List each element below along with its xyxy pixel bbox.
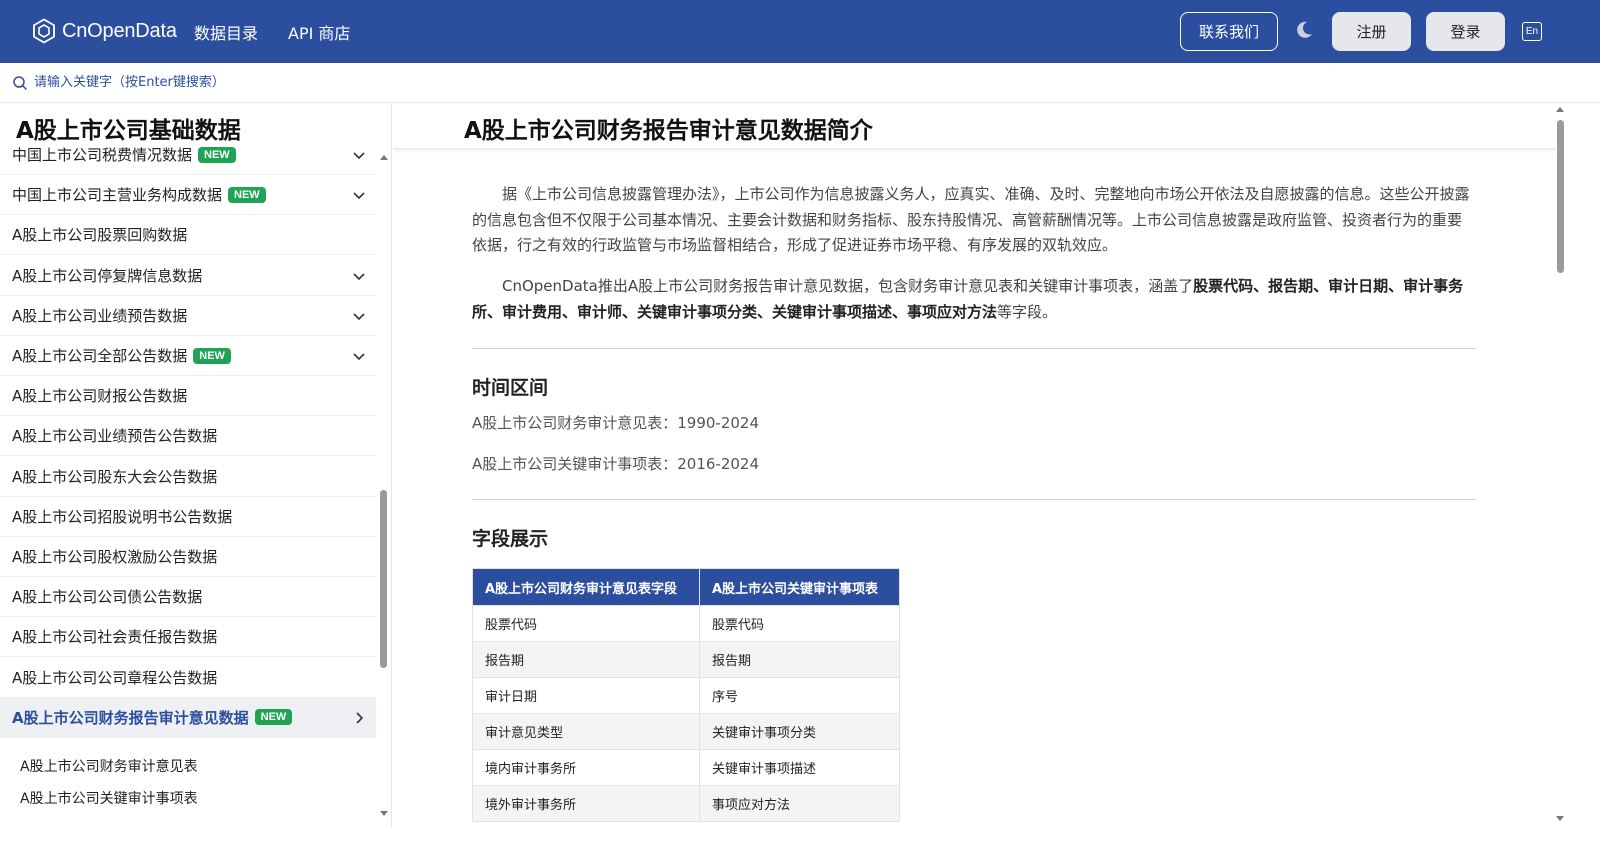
time-range-heading: 时间区间 bbox=[472, 377, 549, 399]
top-navbar: CnOpenData 数据目录 API 商店 联系我们 注册 登录 En bbox=[0, 0, 1600, 63]
sidebar-item[interactable]: A股上市公司全部公告数据 NEW bbox=[0, 336, 376, 376]
sidebar-sub-item[interactable]: A股上市公司关键审计事项表 bbox=[20, 788, 198, 808]
logo[interactable]: CnOpenData bbox=[32, 17, 177, 45]
page-scroll-down-icon[interactable] bbox=[1556, 816, 1564, 821]
sidebar-item-label: A股上市公司财报公告数据 bbox=[12, 387, 188, 406]
table-cell: 报告期 bbox=[699, 641, 900, 678]
sidebar-item-label: A股上市公司招股说明书公告数据 bbox=[12, 507, 233, 526]
sidebar-item[interactable]: A股上市公司财报公告数据 bbox=[0, 376, 376, 417]
scroll-up-arrow-icon[interactable] bbox=[380, 155, 388, 160]
table-row: 股票代码 股票代码 bbox=[472, 605, 900, 642]
search-icon bbox=[13, 75, 27, 90]
sidebar-item-label: A股上市公司股权激励公告数据 bbox=[12, 548, 218, 566]
fields-table: A股上市公司财务审计意见表字段 A股上市公司关键审计事项表 股票代码 股票代码 报告… bbox=[472, 568, 900, 822]
sidebar-item[interactable]: A股上市公司股权激励公告数据 bbox=[0, 537, 376, 577]
chevron-down-icon[interactable] bbox=[352, 349, 366, 363]
table-cell: 股票代码 bbox=[699, 605, 900, 642]
sidebar-item-label: A股上市公司停复牌信息数据 bbox=[12, 266, 203, 285]
moon-icon[interactable] bbox=[1293, 19, 1315, 41]
sidebar-item-label: A股上市公司股东大会公告数据 bbox=[12, 467, 218, 486]
table-cell: 关键审计事项描述 bbox=[699, 749, 900, 786]
table-header: A股上市公司关键审计事项表 bbox=[699, 568, 900, 606]
table-cell: 关键审计事项分类 bbox=[699, 713, 900, 750]
sidebar-item-label: 中国上市公司主营业务构成数据 bbox=[12, 186, 223, 205]
contact-us-button[interactable]: 联系我们 bbox=[1180, 12, 1278, 51]
table-cell: 报告期 bbox=[472, 641, 700, 678]
page-scroll-up-icon[interactable] bbox=[1556, 107, 1564, 112]
chevron-right-icon[interactable] bbox=[352, 711, 366, 725]
register-button[interactable]: 注册 bbox=[1332, 12, 1411, 51]
table-header-row: A股上市公司财务审计意见表字段 A股上市公司关键审计事项表 bbox=[472, 568, 900, 606]
table-cell: 境外审计事务所 bbox=[472, 785, 700, 822]
sidebar-item[interactable]: A股上市公司公司章程公告数据 bbox=[0, 658, 376, 698]
sidebar-item[interactable]: 中国上市公司税费情况数据 NEW bbox=[0, 147, 376, 175]
sidebar-item-label: A股上市公司社会责任报告数据 bbox=[12, 628, 218, 647]
time-range-item: A股上市公司关键审计事项表：2016-2024 bbox=[472, 455, 760, 473]
sidebar-item[interactable]: A股上市公司社会责任报告数据 bbox=[0, 617, 376, 658]
chevron-down-icon[interactable] bbox=[352, 188, 366, 202]
sidebar-item[interactable]: A股上市公司停复牌信息数据 bbox=[0, 256, 376, 296]
search-bar bbox=[0, 63, 1600, 103]
nav-api-store[interactable]: API 商店 bbox=[288, 20, 350, 44]
sidebar-item[interactable]: A股上市公司招股说明书公告数据 bbox=[0, 497, 376, 537]
table-cell: 审计意见类型 bbox=[472, 713, 700, 750]
table-row: 报告期 报告期 bbox=[472, 641, 900, 678]
sidebar-item[interactable]: A股上市公司业绩预告数据 bbox=[0, 296, 376, 336]
login-button[interactable]: 登录 bbox=[1426, 12, 1505, 51]
main-header: A股上市公司财务报告审计意见数据简介 bbox=[393, 103, 1555, 149]
sidebar-scroll-thumb[interactable] bbox=[380, 490, 387, 668]
time-range-item: A股上市公司财务审计意见表：1990-2024 bbox=[472, 414, 760, 432]
table-cell: 股票代码 bbox=[472, 605, 700, 642]
hexagon-logo-icon bbox=[33, 18, 55, 44]
sidebar-item-label: A股上市公司财务报告审计意见数据 bbox=[12, 708, 249, 727]
sidebar-item[interactable]: A股上市公司公司债公告数据 bbox=[0, 577, 376, 618]
sidebar: A股上市公司基础数据 中国上市公司税费情况数据 NEW 中国上市公司主营业务构成数据… bbox=[0, 103, 392, 828]
chevron-down-icon[interactable] bbox=[352, 148, 366, 162]
nav-data-catalog[interactable]: 数据目录 bbox=[194, 20, 258, 44]
table-cell: 序号 bbox=[699, 677, 900, 714]
fields-heading: 字段展示 bbox=[472, 528, 549, 550]
description-paragraph: CnOpenData推出A股上市公司财务报告审计意见数据，包含财务审计意见表和关… bbox=[472, 277, 1464, 321]
page-title: A股上市公司财务报告审计意见数据简介 bbox=[464, 118, 873, 144]
table-cell: 事项应对方法 bbox=[699, 785, 900, 822]
sidebar-item-label: A股上市公司公司债公告数据 bbox=[12, 588, 203, 607]
divider bbox=[472, 348, 1476, 349]
sidebar-item[interactable]: A股上市公司业绩预告公告数据 bbox=[0, 416, 376, 457]
sidebar-item-label: A股上市公司业绩预告数据 bbox=[12, 306, 188, 325]
new-badge: NEW bbox=[193, 347, 231, 364]
new-badge: NEW bbox=[198, 147, 236, 163]
search-input[interactable] bbox=[34, 75, 434, 90]
table-row: 境内审计事务所 关键审计事项描述 bbox=[472, 749, 900, 786]
logo-text: CnOpenData bbox=[62, 19, 177, 42]
chevron-down-icon[interactable] bbox=[352, 309, 366, 323]
sidebar-item-label: A股上市公司股票回购数据 bbox=[12, 226, 188, 245]
sidebar-item[interactable]: A股上市公司股东大会公告数据 bbox=[0, 457, 376, 497]
table-cell: 审计日期 bbox=[472, 677, 700, 714]
table-row: 境外审计事务所 事项应对方法 bbox=[472, 785, 900, 822]
new-badge: NEW bbox=[228, 186, 266, 203]
table-header: A股上市公司财务审计意见表字段 bbox=[472, 568, 700, 606]
language-toggle[interactable]: En bbox=[1522, 22, 1542, 41]
sidebar-item-label: A股上市公司业绩预告公告数据 bbox=[12, 427, 218, 446]
table-cell: 境内审计事务所 bbox=[472, 749, 700, 786]
table-row: 审计意见类型 关键审计事项分类 bbox=[472, 713, 900, 750]
page-scroll-thumb[interactable] bbox=[1557, 120, 1564, 273]
sidebar-item[interactable]: 中国上市公司主营业务构成数据 NEW bbox=[0, 175, 376, 216]
sidebar-item-label: A股上市公司公司章程公告数据 bbox=[12, 668, 218, 687]
sidebar-scrollbar[interactable] bbox=[377, 147, 391, 828]
chevron-down-icon[interactable] bbox=[352, 269, 366, 283]
sidebar-sub-item[interactable]: A股上市公司财务审计意见表 bbox=[20, 756, 198, 776]
sidebar-item[interactable]: A股上市公司财务报告审计意见数据 NEW bbox=[0, 697, 376, 738]
new-badge: NEW bbox=[254, 709, 293, 726]
main-content: A股上市公司财务报告审计意见数据简介 据《上市公司信息披露管理办法》，上市公司作… bbox=[393, 103, 1555, 828]
sidebar-list: 中国上市公司税费情况数据 NEW 中国上市公司主营业务构成数据 NEW A股上市公司股票… bbox=[0, 147, 376, 828]
intro-paragraph: 据《上市公司信息披露管理办法》，上市公司作为信息披露义务人，应真实、准确、及时、… bbox=[472, 185, 1470, 254]
divider bbox=[472, 499, 1476, 500]
sidebar-title: A股上市公司基础数据 bbox=[16, 118, 241, 144]
sidebar-item-label: 中国上市公司税费情况数据 bbox=[12, 147, 193, 164]
scroll-down-arrow-icon[interactable] bbox=[380, 811, 388, 816]
table-row: 审计日期 序号 bbox=[472, 677, 900, 714]
sidebar-item-label: A股上市公司全部公告数据 bbox=[12, 347, 188, 365]
sidebar-item[interactable]: A股上市公司股票回购数据 bbox=[0, 215, 376, 256]
